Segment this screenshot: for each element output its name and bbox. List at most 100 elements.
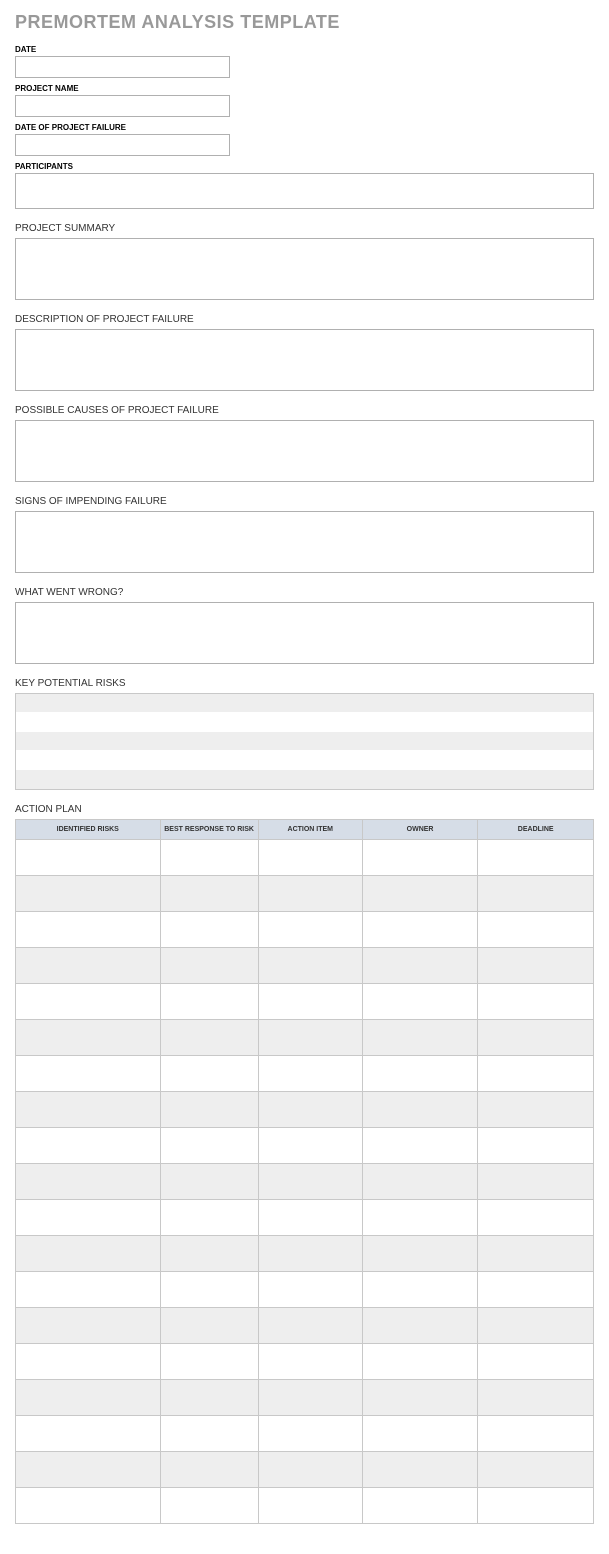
plan-cell[interactable] <box>258 1344 362 1380</box>
plan-cell[interactable] <box>16 840 161 876</box>
plan-cell[interactable] <box>362 1056 478 1092</box>
description-input[interactable] <box>15 329 594 391</box>
plan-cell[interactable] <box>478 1380 594 1416</box>
causes-input[interactable] <box>15 420 594 482</box>
plan-cell[interactable] <box>478 1416 594 1452</box>
plan-cell[interactable] <box>362 948 478 984</box>
wrong-input[interactable] <box>15 602 594 664</box>
plan-cell[interactable] <box>160 1128 258 1164</box>
risk-row[interactable] <box>16 713 593 732</box>
plan-cell[interactable] <box>160 840 258 876</box>
plan-cell[interactable] <box>16 1092 161 1128</box>
plan-cell[interactable] <box>258 1488 362 1524</box>
plan-cell[interactable] <box>478 1200 594 1236</box>
risk-row[interactable] <box>16 770 593 789</box>
plan-cell[interactable] <box>258 984 362 1020</box>
plan-cell[interactable] <box>160 1236 258 1272</box>
plan-cell[interactable] <box>258 948 362 984</box>
plan-cell[interactable] <box>16 1488 161 1524</box>
plan-cell[interactable] <box>362 1272 478 1308</box>
participants-input[interactable] <box>15 173 594 209</box>
plan-cell[interactable] <box>478 1308 594 1344</box>
plan-cell[interactable] <box>258 840 362 876</box>
plan-cell[interactable] <box>160 876 258 912</box>
plan-cell[interactable] <box>478 1128 594 1164</box>
plan-cell[interactable] <box>362 1128 478 1164</box>
plan-cell[interactable] <box>362 840 478 876</box>
plan-cell[interactable] <box>16 1128 161 1164</box>
plan-cell[interactable] <box>16 1236 161 1272</box>
plan-cell[interactable] <box>478 1488 594 1524</box>
plan-cell[interactable] <box>258 1020 362 1056</box>
plan-cell[interactable] <box>362 1020 478 1056</box>
plan-cell[interactable] <box>16 1344 161 1380</box>
date-input[interactable] <box>15 56 230 78</box>
plan-cell[interactable] <box>362 912 478 948</box>
plan-cell[interactable] <box>362 1200 478 1236</box>
plan-cell[interactable] <box>160 1416 258 1452</box>
plan-cell[interactable] <box>362 984 478 1020</box>
plan-cell[interactable] <box>362 1416 478 1452</box>
plan-cell[interactable] <box>362 1308 478 1344</box>
plan-cell[interactable] <box>160 1344 258 1380</box>
plan-cell[interactable] <box>160 1380 258 1416</box>
plan-cell[interactable] <box>362 1452 478 1488</box>
plan-cell[interactable] <box>16 876 161 912</box>
plan-cell[interactable] <box>362 1380 478 1416</box>
plan-cell[interactable] <box>16 1380 161 1416</box>
plan-cell[interactable] <box>16 1200 161 1236</box>
plan-cell[interactable] <box>478 1452 594 1488</box>
plan-cell[interactable] <box>258 876 362 912</box>
plan-cell[interactable] <box>160 1308 258 1344</box>
risk-row[interactable] <box>16 751 593 770</box>
plan-cell[interactable] <box>160 1452 258 1488</box>
plan-cell[interactable] <box>160 1056 258 1092</box>
plan-cell[interactable] <box>478 1236 594 1272</box>
plan-cell[interactable] <box>16 1164 161 1200</box>
plan-cell[interactable] <box>16 1020 161 1056</box>
plan-cell[interactable] <box>478 1092 594 1128</box>
plan-cell[interactable] <box>16 1308 161 1344</box>
risk-row[interactable] <box>16 732 593 751</box>
date-failure-input[interactable] <box>15 134 230 156</box>
plan-cell[interactable] <box>160 1200 258 1236</box>
plan-cell[interactable] <box>478 1020 594 1056</box>
plan-cell[interactable] <box>258 1056 362 1092</box>
plan-cell[interactable] <box>258 1164 362 1200</box>
plan-cell[interactable] <box>16 912 161 948</box>
risk-row[interactable] <box>16 694 593 713</box>
plan-cell[interactable] <box>362 1236 478 1272</box>
plan-cell[interactable] <box>362 1344 478 1380</box>
summary-input[interactable] <box>15 238 594 300</box>
plan-cell[interactable] <box>478 1164 594 1200</box>
plan-cell[interactable] <box>160 1272 258 1308</box>
plan-cell[interactable] <box>160 1164 258 1200</box>
plan-cell[interactable] <box>160 912 258 948</box>
plan-cell[interactable] <box>258 912 362 948</box>
plan-cell[interactable] <box>478 948 594 984</box>
plan-cell[interactable] <box>258 1380 362 1416</box>
plan-cell[interactable] <box>362 876 478 912</box>
plan-cell[interactable] <box>160 948 258 984</box>
signs-input[interactable] <box>15 511 594 573</box>
plan-cell[interactable] <box>478 1344 594 1380</box>
plan-cell[interactable] <box>160 1092 258 1128</box>
plan-cell[interactable] <box>478 840 594 876</box>
plan-cell[interactable] <box>160 984 258 1020</box>
plan-cell[interactable] <box>258 1452 362 1488</box>
plan-cell[interactable] <box>16 984 161 1020</box>
plan-cell[interactable] <box>160 1488 258 1524</box>
plan-cell[interactable] <box>478 876 594 912</box>
plan-cell[interactable] <box>362 1164 478 1200</box>
plan-cell[interactable] <box>258 1416 362 1452</box>
plan-cell[interactable] <box>258 1236 362 1272</box>
plan-cell[interactable] <box>16 1056 161 1092</box>
plan-cell[interactable] <box>258 1128 362 1164</box>
plan-cell[interactable] <box>478 984 594 1020</box>
plan-cell[interactable] <box>16 1416 161 1452</box>
plan-cell[interactable] <box>16 948 161 984</box>
plan-cell[interactable] <box>258 1308 362 1344</box>
plan-cell[interactable] <box>362 1488 478 1524</box>
plan-cell[interactable] <box>478 912 594 948</box>
plan-cell[interactable] <box>258 1092 362 1128</box>
